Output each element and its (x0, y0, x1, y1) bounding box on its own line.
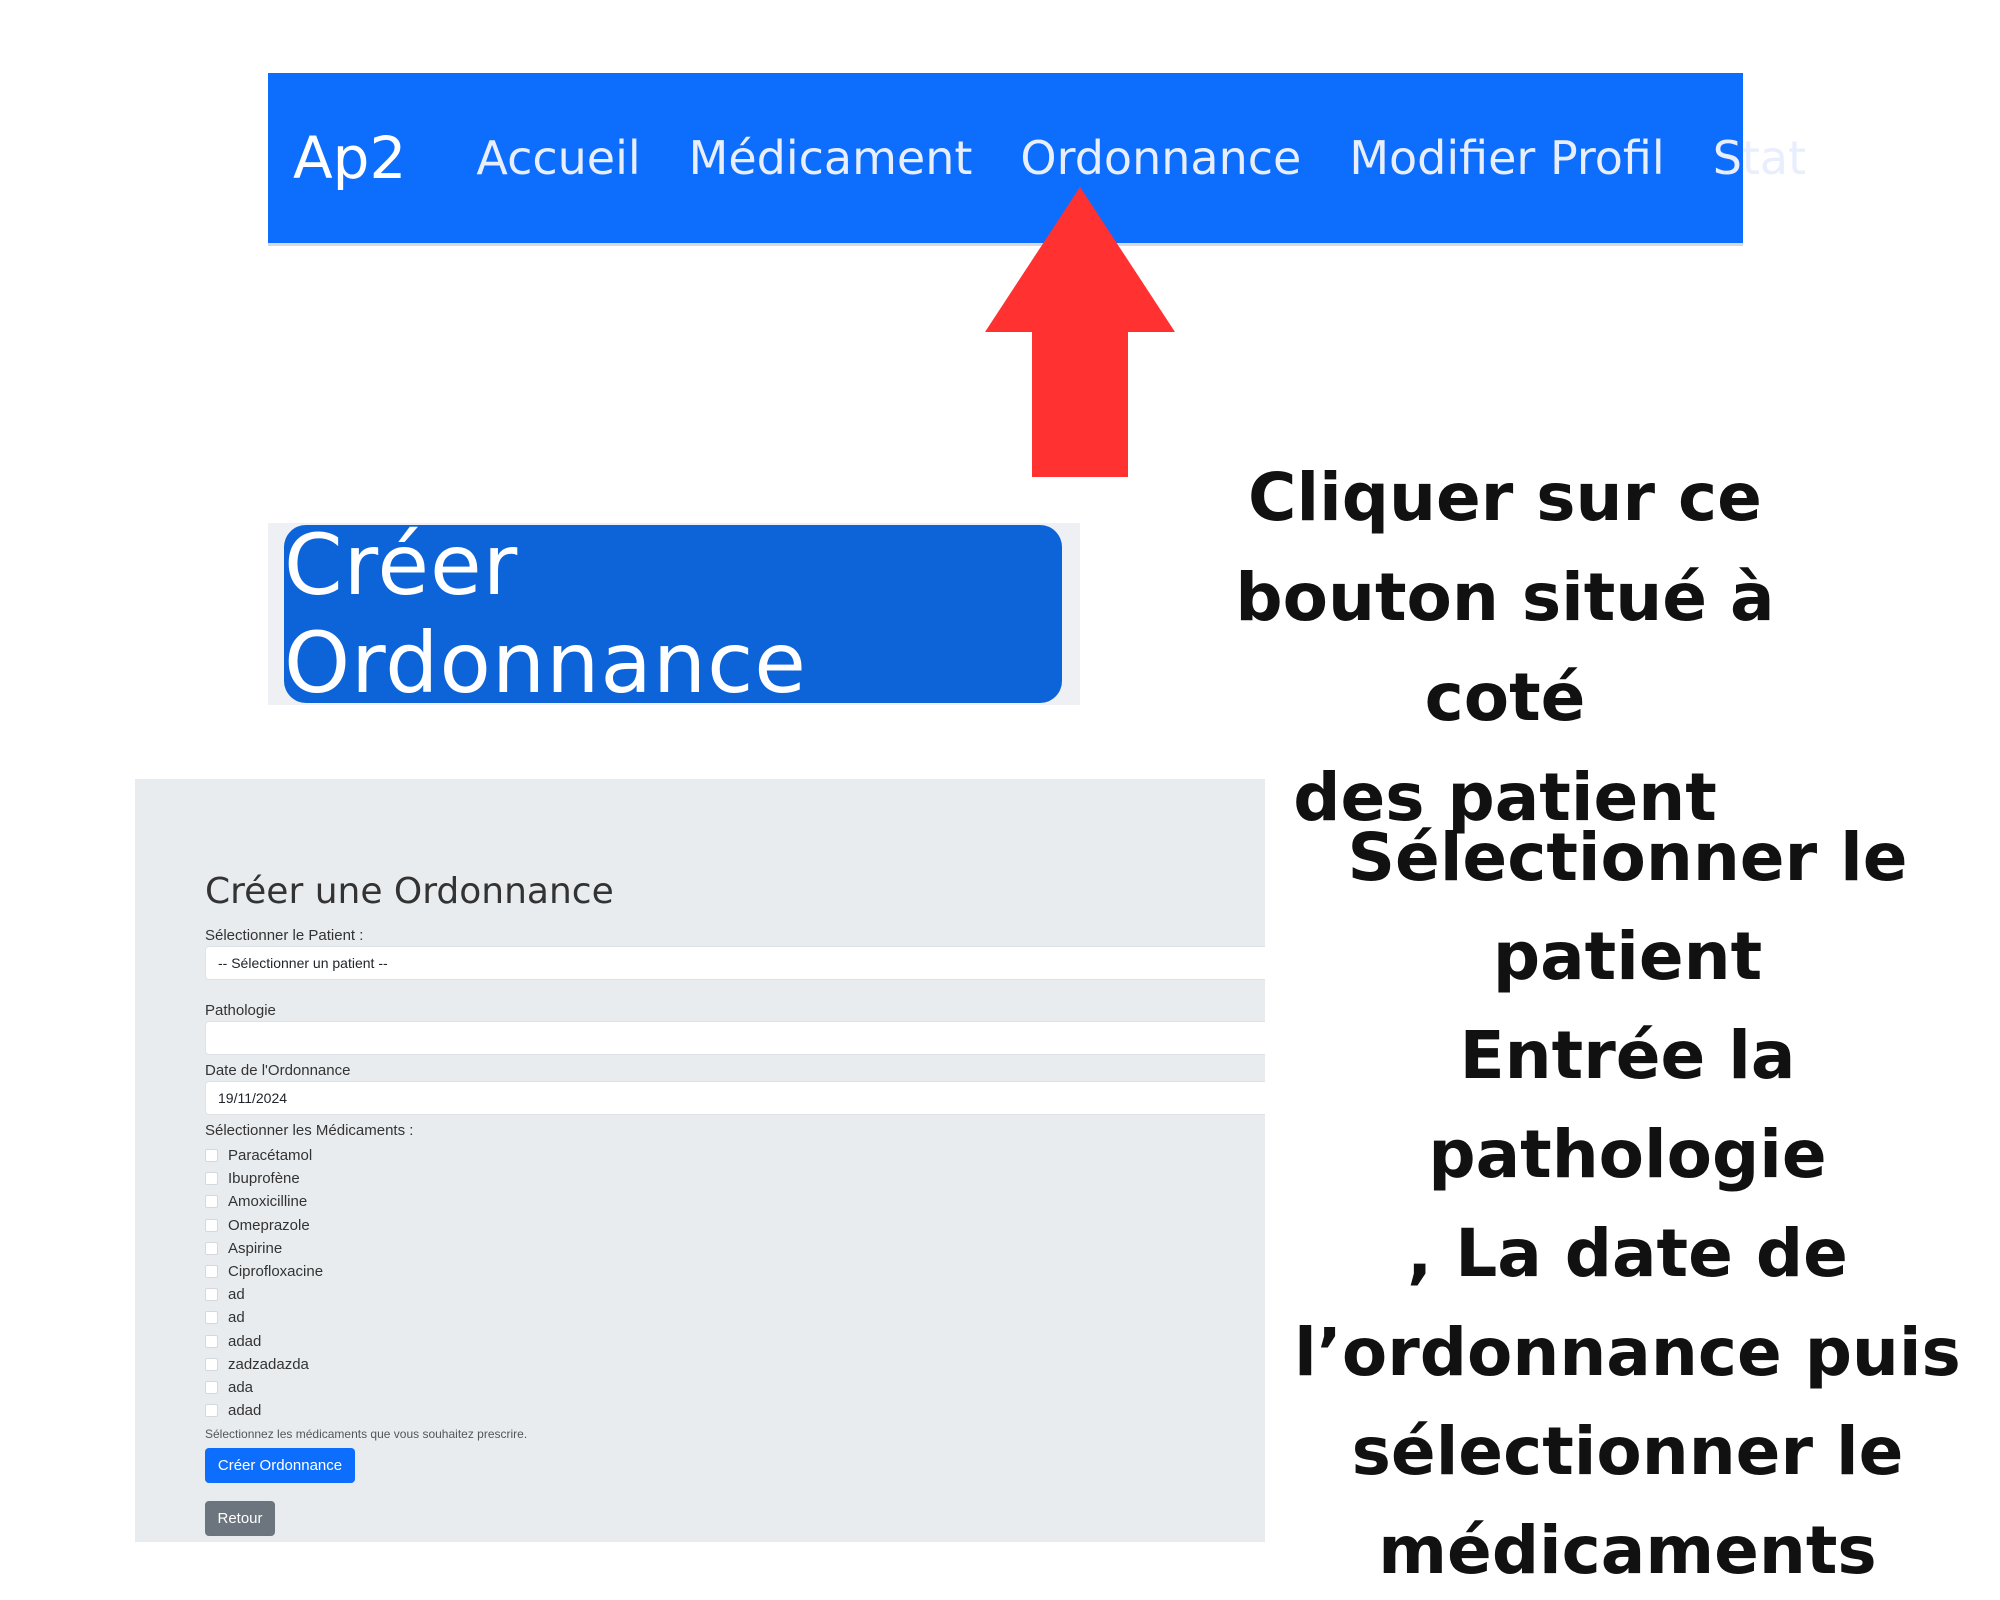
medicament-label: adad (228, 1332, 262, 1350)
medicament-option[interactable]: ad (205, 1283, 323, 1306)
medicament-option[interactable]: Ibuprofène (205, 1167, 323, 1190)
medicament-option[interactable]: Amoxicilline (205, 1190, 323, 1213)
medicament-label: Ciprofloxacine (228, 1263, 324, 1281)
create-ordonnance-form: Créer une Ordonnance Sélectionner le Pat… (135, 779, 1265, 1542)
checkbox[interactable] (205, 1195, 218, 1209)
medicament-label: Paracétamol (228, 1147, 313, 1165)
medicament-label: ada (228, 1378, 254, 1396)
checkbox[interactable] (205, 1149, 218, 1163)
nav-link-ordonnance[interactable]: Ordonnance (1020, 131, 1301, 185)
medicament-label: Ibuprofène (228, 1170, 300, 1188)
date-input[interactable]: 19/11/2024 (205, 1081, 1265, 1115)
patient-select[interactable]: -- Sélectionner un patient -- (205, 946, 1265, 980)
date-label: Date de l'Ordonnance (205, 1062, 351, 1079)
medicament-option[interactable]: adad (205, 1330, 323, 1353)
medicament-option[interactable]: adad (205, 1399, 323, 1422)
checkbox[interactable] (205, 1241, 218, 1255)
red-up-arrow-icon (985, 187, 1175, 477)
navbar-brand[interactable]: Ap2 (293, 124, 406, 192)
instruction-step-2: Sélectionner le patient Entrée la pathol… (1294, 819, 1961, 1589)
checkbox[interactable] (205, 1334, 218, 1348)
checkbox[interactable] (205, 1357, 218, 1371)
create-ordonnance-submit-button[interactable]: Créer Ordonnance (205, 1448, 355, 1483)
nav-link-stat[interactable]: Stat (1713, 131, 1806, 185)
medicament-option[interactable]: Paracétamol (205, 1144, 323, 1167)
checkbox[interactable] (205, 1311, 218, 1325)
medicament-label: ad (228, 1309, 245, 1327)
medicament-label: adad (228, 1402, 262, 1420)
medicament-option[interactable]: Ciprofloxacine (205, 1260, 323, 1283)
medicament-label: zadzadazda (228, 1355, 309, 1373)
nav-link-modifier-profil[interactable]: Modifier Profil (1349, 131, 1664, 185)
medicament-option[interactable]: zadzadazda (205, 1353, 323, 1376)
medicament-option[interactable]: Aspirine (205, 1237, 323, 1260)
checkbox[interactable] (205, 1404, 218, 1418)
nav-link-accueil[interactable]: Accueil (476, 131, 640, 185)
create-ordonnance-big-button[interactable]: Créer Ordonnance (284, 516, 1062, 712)
medicament-label: Aspirine (228, 1239, 283, 1257)
medicament-option[interactable]: ad (205, 1306, 323, 1329)
medicaments-checklist: Paracétamol Ibuprofène Amoxicilline Omep… (205, 1144, 323, 1422)
checkbox[interactable] (205, 1265, 218, 1279)
back-button[interactable]: Retour (205, 1501, 275, 1536)
medicaments-label: Sélectionner les Médicaments : (205, 1122, 414, 1139)
medicaments-help-text: Sélectionnez les médicaments que vous so… (205, 1427, 528, 1441)
medicament-option[interactable]: Omeprazole (205, 1214, 323, 1237)
medicament-option[interactable]: ada (205, 1376, 323, 1399)
create-button-crop: Créer Ordonnance (268, 516, 1080, 712)
checkbox[interactable] (205, 1218, 218, 1232)
pathologie-input[interactable] (205, 1021, 1265, 1055)
medicament-label: ad (228, 1286, 245, 1304)
medicament-label: Omeprazole (228, 1216, 310, 1234)
checkbox[interactable] (205, 1288, 218, 1302)
checkbox[interactable] (205, 1380, 218, 1394)
pathologie-label: Pathologie (205, 1002, 276, 1019)
checkbox[interactable] (205, 1172, 218, 1186)
patient-label: Sélectionner le Patient : (205, 927, 364, 944)
medicament-label: Amoxicilline (228, 1193, 308, 1211)
nav-link-medicament[interactable]: Médicament (689, 131, 973, 185)
form-title: Créer une Ordonnance (205, 871, 614, 912)
